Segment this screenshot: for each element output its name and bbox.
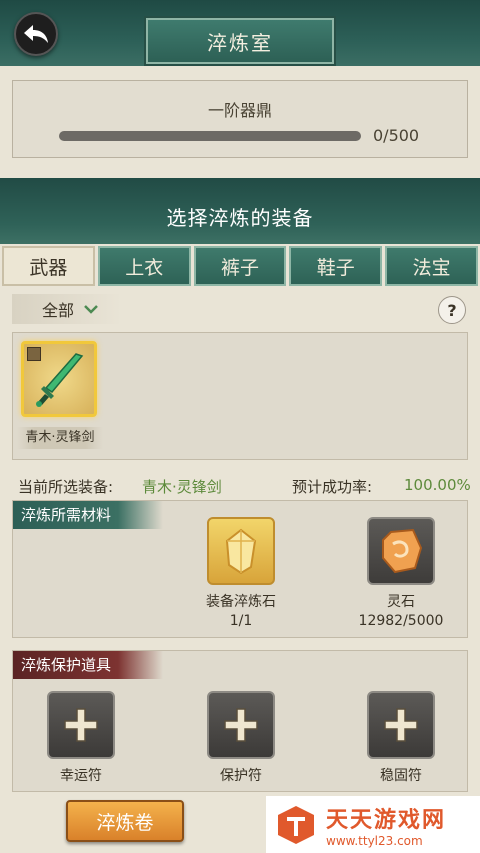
material-slot-stone[interactable] <box>207 517 275 585</box>
question-icon: ? <box>447 300 457 320</box>
filter-row: 全部 ? <box>12 294 468 324</box>
watermark-logo-icon <box>278 805 314 844</box>
help-button[interactable]: ? <box>438 296 466 324</box>
sword-icon <box>36 353 84 407</box>
equipment-tabs: 武器 上衣 裤子 鞋子 法宝 <box>0 244 480 288</box>
cauldron-name: 一阶器鼎 <box>207 101 272 120</box>
plus-icon <box>224 708 258 742</box>
selection-info: 当前所选装备: 青木·灵锋剑 预计成功率: 100.00% <box>12 474 472 498</box>
material-name-spirit: 灵石 <box>387 594 415 610</box>
selected-value: 青木·灵锋剑 <box>142 478 222 496</box>
progress-text: 0/500 <box>373 126 420 145</box>
refining-scroll-button[interactable]: 淬炼卷 <box>66 800 184 842</box>
tab-pants[interactable]: 裤子 <box>193 246 287 286</box>
tab-top[interactable]: 上衣 <box>97 246 191 286</box>
protection-slot-stable[interactable] <box>367 691 435 759</box>
success-rate-label: 预计成功率: <box>292 478 373 496</box>
material-slot-spirit[interactable] <box>367 517 435 585</box>
equipment-name: 青木·灵锋剑 <box>17 427 103 449</box>
select-equipment-title: 选择淬炼的装备 <box>166 206 314 230</box>
cauldron-progress-bar <box>59 131 361 141</box>
back-button[interactable] <box>14 12 58 56</box>
filter-dropdown[interactable]: 全部 <box>12 294 122 324</box>
protection-slot-luck[interactable] <box>47 691 115 759</box>
select-equipment-band: 选择淬炼的装备 <box>0 178 480 244</box>
equipment-slot[interactable] <box>21 341 97 417</box>
materials-header: 淬炼所需材料 <box>13 501 163 529</box>
materials-section: 淬炼所需材料 装备淬炼石 1/1 灵石 12982/5000 <box>12 500 468 638</box>
page-title: 淬炼室 <box>144 16 336 66</box>
material-count-spirit: 12982/5000 <box>358 613 444 629</box>
protection-header: 淬炼保护道具 <box>13 651 163 679</box>
plus-icon <box>384 708 418 742</box>
protection-name-protect: 保护符 <box>220 768 262 784</box>
protection-section: 淬炼保护道具 幸运符 保护符 稳固符 <box>12 650 468 792</box>
protection-slot-protect[interactable] <box>207 691 275 759</box>
chevron-down-icon <box>84 305 98 314</box>
tab-shoes[interactable]: 鞋子 <box>289 246 383 286</box>
filter-label: 全部 <box>42 301 75 320</box>
tab-treasure[interactable]: 法宝 <box>385 246 478 286</box>
material-count-stone: 1/1 <box>229 613 253 629</box>
material-name-stone: 装备淬炼石 <box>206 594 276 610</box>
protection-name-stable: 稳固符 <box>380 768 422 784</box>
back-arrow-icon <box>24 25 48 43</box>
spirit-stone-icon <box>382 528 423 574</box>
cauldron-panel: 一阶器鼎 0/500 <box>12 80 468 158</box>
watermark-name: 天天游戏网 <box>326 807 447 833</box>
equipment-grid: 青木·灵锋剑 <box>12 332 468 460</box>
refining-stone-icon <box>225 528 257 575</box>
protection-name-luck: 幸运符 <box>60 768 102 784</box>
success-rate-value: 100.00% <box>404 476 471 494</box>
plus-icon <box>64 708 98 742</box>
tab-weapon[interactable]: 武器 <box>2 246 95 286</box>
site-watermark: 天天游戏网 www.ttyl23.com <box>266 796 480 853</box>
watermark-url: www.ttyl23.com <box>326 833 423 848</box>
selected-label: 当前所选装备: <box>18 478 114 496</box>
